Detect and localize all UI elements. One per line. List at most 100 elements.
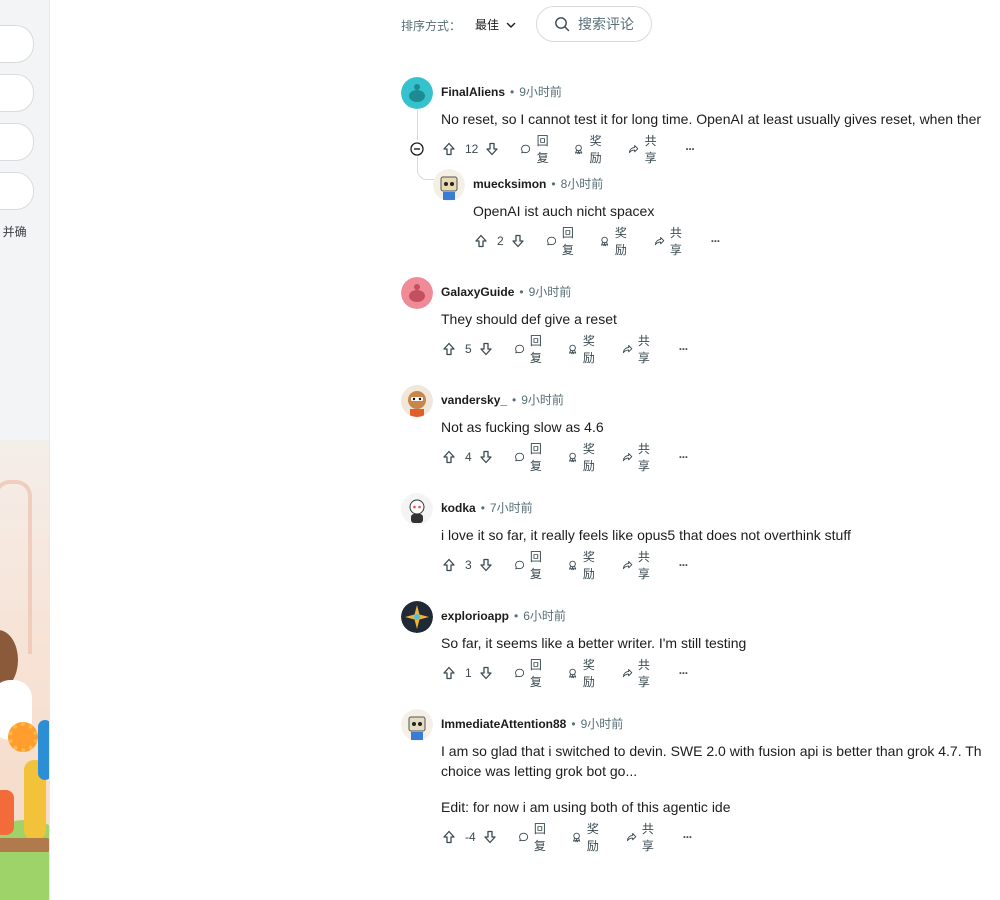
- share-button[interactable]: 共享: [654, 224, 687, 258]
- upvote-button[interactable]: [441, 141, 457, 157]
- separator-dot: •: [514, 608, 519, 623]
- comment-author[interactable]: ImmediateAttention88: [441, 717, 566, 731]
- avatar[interactable]: [401, 493, 433, 525]
- avatar[interactable]: [401, 277, 433, 309]
- reply-button[interactable]: 回复: [518, 820, 551, 854]
- left-panel-pill[interactable]: [0, 25, 34, 63]
- share-button[interactable]: 共享: [622, 332, 655, 366]
- reply-button[interactable]: 回复: [514, 548, 547, 582]
- left-panel-pill[interactable]: [0, 123, 34, 161]
- upvote-button[interactable]: [441, 341, 457, 357]
- upvote-icon: [443, 666, 455, 680]
- reply-button[interactable]: 回复: [514, 440, 547, 474]
- comment-meta: kodka • 7小时前: [441, 499, 533, 516]
- comment-author[interactable]: GalaxyGuide: [441, 285, 514, 299]
- reply-button[interactable]: 回复: [514, 332, 547, 366]
- more-options-button[interactable]: ···: [683, 830, 693, 844]
- downvote-button[interactable]: [478, 557, 494, 573]
- upvote-button[interactable]: [441, 829, 457, 845]
- award-icon: [568, 668, 576, 679]
- downvote-button[interactable]: [478, 449, 494, 465]
- award-label: 奖励: [582, 550, 595, 581]
- comment-author[interactable]: vandersky_: [441, 393, 507, 407]
- separator-dot: •: [480, 500, 485, 515]
- downvote-button[interactable]: [510, 233, 526, 249]
- share-label: 共享: [669, 226, 682, 257]
- reply-button[interactable]: 回复: [514, 656, 547, 690]
- downvote-button[interactable]: [484, 141, 500, 157]
- avatar[interactable]: [401, 77, 433, 109]
- separator-dot: •: [512, 392, 517, 407]
- comment-author[interactable]: FinalAliens: [441, 85, 505, 99]
- comment-author[interactable]: explorioapp: [441, 609, 509, 623]
- award-button[interactable]: 奖励: [567, 332, 600, 366]
- downvote-button[interactable]: [478, 341, 494, 357]
- more-options-button[interactable]: ···: [679, 342, 689, 356]
- upvote-icon: [443, 558, 455, 572]
- award-button[interactable]: 奖励: [567, 440, 600, 474]
- separator-dot: •: [510, 84, 515, 99]
- comment-time: 9小时前: [521, 393, 564, 407]
- comment-search-box[interactable]: [536, 6, 652, 42]
- downvote-icon: [480, 450, 492, 464]
- collapse-thread-icon[interactable]: [410, 142, 424, 156]
- award-button[interactable]: 奖励: [567, 548, 600, 582]
- thread-line: [417, 110, 418, 140]
- award-label: 奖励: [582, 334, 595, 365]
- share-icon: [654, 237, 664, 246]
- downvote-icon: [486, 142, 499, 156]
- comment-meta: vandersky_ • 9小时前: [441, 391, 564, 408]
- award-label: 奖励: [586, 822, 599, 853]
- avatar[interactable]: [401, 601, 433, 633]
- avatar[interactable]: [401, 709, 433, 741]
- comment-meta: GalaxyGuide • 9小时前: [441, 283, 571, 300]
- more-options-button[interactable]: ···: [679, 558, 689, 572]
- avatar[interactable]: [401, 385, 433, 417]
- downvote-button[interactable]: [482, 829, 498, 845]
- comment-actions: 5 回复 奖励 共享 ···: [441, 334, 689, 365]
- upvote-icon: [443, 830, 455, 844]
- sort-value: 最佳: [475, 18, 500, 32]
- comment-text: No reset, so I cannot test it for long t…: [441, 111, 982, 127]
- upvote-button[interactable]: [441, 665, 457, 681]
- avatar[interactable]: [433, 169, 465, 201]
- share-label: 共享: [637, 442, 650, 473]
- share-button[interactable]: 共享: [622, 440, 655, 474]
- award-button[interactable]: 奖励: [567, 656, 600, 690]
- share-button[interactable]: 共享: [622, 656, 655, 690]
- comment-time: 9小时前: [580, 717, 624, 731]
- left-panel-pill[interactable]: [0, 172, 34, 210]
- more-options-button[interactable]: ···: [679, 450, 689, 464]
- reply-button[interactable]: 回复: [520, 132, 553, 166]
- downvote-button[interactable]: [478, 665, 494, 681]
- reply-icon: [521, 144, 531, 154]
- downvote-icon: [484, 830, 496, 844]
- comment-author[interactable]: kodka: [441, 501, 476, 515]
- vote-score: 12: [465, 142, 479, 156]
- award-button[interactable]: 奖励: [573, 132, 606, 166]
- share-button[interactable]: 共享: [628, 132, 661, 166]
- reply-button[interactable]: 回复: [546, 224, 579, 258]
- reply-icon: [518, 832, 528, 842]
- comment-text: i love it so far, it really feels like o…: [441, 527, 851, 543]
- upvote-button[interactable]: [441, 557, 457, 573]
- award-icon: [568, 560, 576, 571]
- sort-dropdown[interactable]: 最佳: [475, 16, 517, 33]
- vote-score: 5: [465, 342, 472, 356]
- separator-dot: •: [551, 176, 556, 191]
- comment-text: Edit: for now i am using both of this ag…: [441, 799, 731, 815]
- award-button[interactable]: 奖励: [599, 224, 632, 258]
- share-button[interactable]: 共享: [626, 820, 659, 854]
- search-input[interactable]: [578, 16, 648, 32]
- share-button[interactable]: 共享: [622, 548, 655, 582]
- vote-score: 2: [497, 234, 504, 248]
- more-options-button[interactable]: ···: [685, 142, 695, 156]
- more-options-button[interactable]: ···: [679, 666, 689, 680]
- left-panel-pill[interactable]: [0, 74, 34, 112]
- upvote-button[interactable]: [441, 449, 457, 465]
- comment-text: Not as fucking slow as 4.6: [441, 419, 604, 435]
- award-button[interactable]: 奖励: [571, 820, 604, 854]
- comment-author[interactable]: muecksimon: [473, 177, 546, 191]
- more-options-button[interactable]: ···: [711, 234, 721, 248]
- upvote-button[interactable]: [473, 233, 489, 249]
